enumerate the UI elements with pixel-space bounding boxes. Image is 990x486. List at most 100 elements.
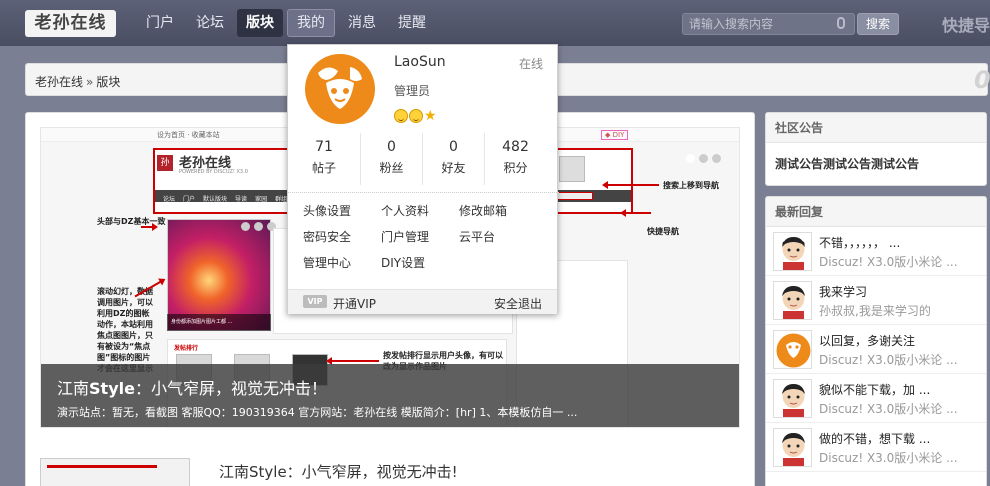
reply-item[interactable]: 貌似不能下载，加 ... Discuz! X3.0版小米论 ... [766, 374, 986, 423]
open-vip-link[interactable]: 开通VIP [333, 295, 376, 312]
latest-replies-box: 最新回复 不错，，，，，， ... Discuz! X3.0版小米论 ... 我… [765, 196, 987, 486]
online-status[interactable]: 在线 [519, 55, 543, 72]
stat-label: 粉丝 [379, 161, 404, 175]
preview-nav-item: 默认版块 [203, 196, 228, 203]
avatar[interactable] [773, 232, 812, 271]
slide-caption[interactable]: 江南Style：小气窄屏，视觉无冲击！ 演示站点：暂无，看截图 客服QQ：190… [41, 364, 739, 427]
menu-change-email[interactable]: 修改邮箱 [459, 203, 537, 229]
reply-title[interactable]: 做的不错，想下载 ... [819, 430, 930, 447]
stat-value: 0 [387, 139, 396, 155]
preview-logo-sub: POWERED BY DISCUZ! X3.0 [179, 169, 248, 175]
nav-item-reminders[interactable]: 提醒 [389, 9, 435, 37]
user-medals: ★ [394, 109, 437, 123]
menu-password-security[interactable]: 密码安全 [303, 229, 381, 255]
menu-portal-admin[interactable]: 门户管理 [381, 229, 459, 255]
stat-points[interactable]: 482 积分 [484, 133, 546, 185]
post-thumbnail[interactable] [40, 458, 190, 486]
preview-nav-item: 群组 [275, 196, 288, 203]
breadcrumb: 老孙在线» 版块 [35, 73, 120, 90]
announcement-title: 社区公告 [766, 113, 986, 143]
nav-item-portal[interactable]: 门户 [137, 9, 183, 37]
preview-user-avatar [559, 156, 585, 182]
menu-avatar-settings[interactable]: 头像设置 [303, 203, 381, 229]
reply-item[interactable]: 不错，，，，，， ... Discuz! X3.0版小米论 ... [766, 227, 986, 276]
avatar[interactable] [773, 330, 812, 369]
reply-title[interactable]: 我来学习 [819, 283, 867, 300]
preview-diy: ◆ DIY [601, 130, 629, 140]
smiley-medal-icon [394, 109, 408, 123]
user-avatar[interactable] [304, 53, 376, 125]
slide-description: 演示站点：暂无，看截图 客服QQ：190319364 官方网站：老孙在线 模版简… [57, 406, 578, 419]
menu-diy-settings[interactable]: DIY设置 [381, 255, 459, 281]
reply-title[interactable]: 貌似不能下载，加 ... [819, 381, 930, 398]
nav-item-messages[interactable]: 消息 [339, 9, 385, 37]
reply-subtitle[interactable]: Discuz! X3.0版小米论 ... [819, 351, 958, 368]
reply-subtitle[interactable]: Discuz! X3.0版小米论 ... [819, 449, 958, 466]
main-nav: 门户 论坛 版块 我的 消息 提醒 [137, 9, 439, 37]
smiley-medal-icon [409, 109, 423, 123]
stat-label: 帖子 [311, 161, 336, 175]
avatar[interactable] [773, 428, 812, 467]
reply-item[interactable]: 以回复，多谢关注 Discuz! X3.0版小米论 ... [766, 325, 986, 374]
slide-title[interactable]: 江南Style：小气窄屏，视觉无冲击！ [57, 375, 327, 399]
preview-ranking-title: 发帖排行 [174, 345, 199, 352]
avatar[interactable] [773, 281, 812, 320]
menu-admin-center[interactable]: 管理中心 [303, 255, 381, 281]
breadcrumb-separator: » [86, 75, 94, 89]
menu-cloud-platform[interactable]: 云平台 [459, 229, 537, 255]
online-count: 0 [974, 66, 990, 94]
stat-fans[interactable]: 0 粉丝 [360, 133, 422, 185]
stat-posts[interactable]: 71 帖子 [288, 133, 360, 185]
nav-item-forum[interactable]: 论坛 [187, 9, 233, 37]
slide-dots[interactable] [686, 152, 725, 166]
reply-subtitle[interactable]: Discuz! X3.0版小米论 ... [819, 400, 958, 417]
user-menu-footer: VIP 开通VIP 安全退出 [288, 289, 557, 314]
stat-value: 0 [449, 139, 458, 155]
annotation-search: 搜索上移到导航 [663, 181, 719, 190]
user-role[interactable]: 管理员 [394, 82, 430, 99]
arrow-header [141, 223, 158, 231]
reply-title[interactable]: 以回复，多谢关注 [819, 332, 915, 349]
reply-subtitle[interactable]: Discuz! X3.0版小米论 ... [819, 253, 958, 270]
avatar[interactable] [773, 379, 812, 418]
logout-link[interactable]: 安全退出 [494, 295, 542, 312]
stat-label: 积分 [503, 161, 528, 175]
user-stats: 71 帖子 0 粉丝 0 好友 482 积分 [288, 133, 559, 185]
nav-item-board[interactable]: 版块 [237, 9, 283, 37]
reply-title[interactable]: 不错，，，，，， ... [819, 234, 900, 251]
preview-logo-icon: 孙 [157, 155, 173, 171]
user-menu-links: 头像设置 个人资料 修改邮箱 密码安全 门户管理 云平台 管理中心 DIY设置 [303, 203, 553, 281]
username[interactable]: LaoSun [394, 54, 446, 70]
preview-nav-item: 论坛 [163, 196, 176, 203]
announcement-text[interactable]: 测试公告测试公告测试公告 [766, 143, 986, 184]
post-title-link[interactable]: 江南Style：小气窄屏，视觉无冲击! [219, 461, 458, 482]
divider [288, 192, 559, 193]
annotation-slideshow: 滚动幻灯，数据调用图片，可以利用DZ的图帐动作，本站利用焦点图图片，只有被设为“… [97, 287, 153, 373]
search-input[interactable] [683, 14, 833, 34]
nav-item-mine[interactable]: 我的 [287, 9, 335, 37]
arrow-search [602, 181, 659, 189]
site-logo[interactable]: 老孙在线 [25, 10, 116, 37]
breadcrumb-current[interactable]: 版块 [96, 75, 120, 89]
menu-profile[interactable]: 个人资料 [381, 203, 459, 229]
preview-top-link: 设为首页 · 收藏本站 [157, 131, 220, 139]
annotation-quicknav: 快捷导航 [647, 227, 679, 236]
stat-friends[interactable]: 0 好友 [422, 133, 484, 185]
stat-value: 482 [502, 139, 529, 155]
search-button[interactable]: 搜索 [857, 13, 899, 35]
preview-nav-item: 门户 [183, 196, 196, 203]
preview-nav-item: 导读 [235, 196, 248, 203]
user-menu-dropdown: LaoSun 在线 管理员 ★ 71 帖子 0 粉丝 0 好友 482 积分 头… [287, 44, 559, 314]
stat-value: 71 [315, 139, 333, 155]
latest-replies-title: 最新回复 [766, 197, 986, 227]
reply-item[interactable]: 做的不错，想下载 ... Discuz! X3.0版小米论 ... [766, 423, 986, 472]
microphone-icon[interactable] [837, 17, 845, 29]
stat-label: 好友 [441, 161, 466, 175]
preview-nav-item: 家园 [255, 196, 268, 203]
quick-nav-link[interactable]: 快捷导 [942, 12, 990, 36]
breadcrumb-home[interactable]: 老孙在线 [35, 75, 83, 89]
announcement-box: 社区公告 测试公告测试公告测试公告 [765, 112, 987, 186]
reply-item[interactable]: 我来学习 孙叔叔,我是来学习的 [766, 276, 986, 325]
preview-sunset-caption: 身份都添加图片图片工都 ... [167, 314, 271, 331]
reply-subtitle[interactable]: 孙叔叔,我是来学习的 [819, 302, 931, 319]
